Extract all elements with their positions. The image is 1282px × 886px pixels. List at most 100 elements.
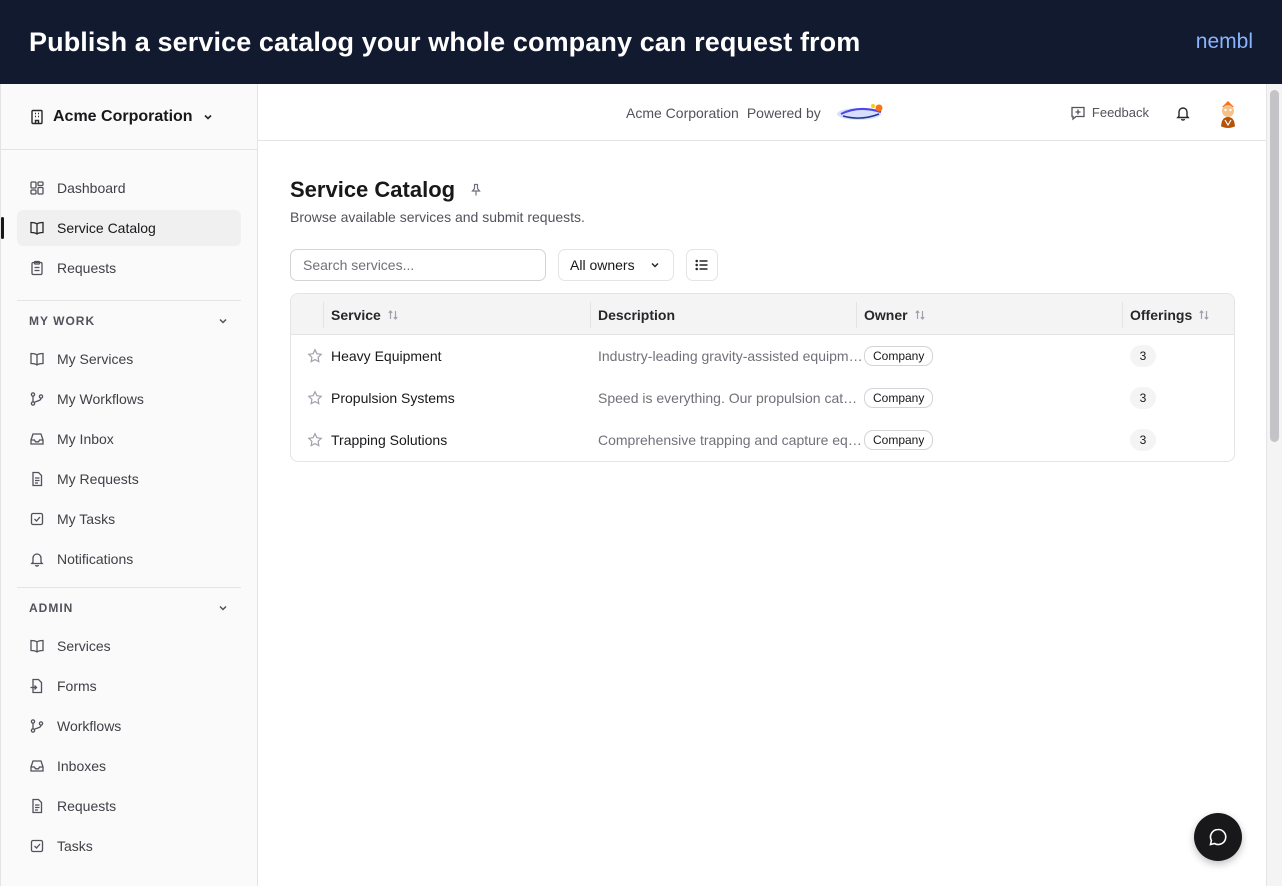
sidebar-item-my-inbox[interactable]: My Inbox: [17, 421, 241, 457]
favorite-star-button[interactable]: [307, 377, 323, 419]
inbox-icon: [30, 433, 44, 445]
banner-brand[interactable]: nembl: [1196, 30, 1253, 54]
column-header-description: Description: [598, 294, 675, 335]
owner-filter-select[interactable]: All owners: [558, 249, 674, 281]
sidebar-item-label: Tasks: [57, 838, 93, 854]
star-icon: [307, 348, 323, 363]
chat-launcher-button[interactable]: [1194, 813, 1242, 861]
sidebar-item-my-services[interactable]: My Services: [17, 341, 241, 377]
table-row[interactable]: Heavy Equipment Industry-leading gravity…: [291, 335, 1234, 377]
feedback-icon: [1071, 106, 1085, 120]
chat-bubble-icon: [1209, 828, 1227, 846]
sidebar-item-label: Inboxes: [57, 758, 107, 774]
document-icon: [32, 798, 43, 814]
chevron-down-icon: [219, 605, 227, 611]
favorite-star-button[interactable]: [307, 335, 323, 377]
topbar-org-name: Acme Corporation: [626, 104, 739, 121]
book-icon: [30, 639, 44, 653]
top-bar: Acme Corporation Powered by Feedback: [258, 84, 1267, 141]
notifications-button[interactable]: [1175, 105, 1191, 121]
service-name-link[interactable]: Propulsion Systems: [331, 377, 455, 419]
sidebar-item-label: Dashboard: [57, 180, 126, 196]
sidebar-item-forms[interactable]: Forms: [17, 668, 241, 704]
table-row[interactable]: Propulsion Systems Speed is everything. …: [291, 377, 1234, 419]
admin-nav: Services Forms Workflows Inboxes Request…: [1, 628, 257, 864]
column-label: Offerings: [1130, 306, 1193, 323]
search-input[interactable]: [290, 249, 546, 281]
feedback-button[interactable]: Feedback: [1070, 105, 1149, 121]
org-switcher[interactable]: Acme Corporation: [1, 84, 257, 150]
user-avatar[interactable]: [1213, 97, 1243, 128]
sidebar-item-service-catalog[interactable]: Service Catalog: [1, 210, 241, 246]
owner-badge: Company: [864, 388, 934, 408]
sidebar-item-label: Requests: [57, 260, 117, 276]
owner-badge: Company: [864, 430, 934, 450]
form-icon: [30, 678, 43, 694]
offerings-count-badge: 3: [1130, 345, 1156, 367]
favorite-star-button[interactable]: [307, 419, 323, 461]
clipboard-icon: [31, 260, 43, 276]
topbar-actions: Feedback: [1070, 84, 1243, 141]
service-name-link[interactable]: Trapping Solutions: [331, 419, 447, 461]
scrollbar-thumb[interactable]: [1270, 90, 1279, 442]
column-divider: [590, 302, 591, 328]
chevron-down-icon: [219, 318, 227, 324]
sidebar-item-tasks[interactable]: Tasks: [17, 828, 241, 864]
services-table: Service Description Owner Offerings Heav…: [290, 293, 1235, 462]
service-description: Industry-leading gravity-assisted equipm…: [598, 348, 864, 364]
pin-icon[interactable]: [469, 183, 483, 197]
service-description: Speed is everything. Our propulsion cata…: [598, 390, 864, 406]
document-icon: [32, 471, 43, 487]
sidebar-item-my-tasks[interactable]: My Tasks: [17, 501, 241, 537]
sidebar-item-services[interactable]: Services: [17, 628, 241, 664]
section-my-work-toggle[interactable]: MY WORK: [1, 301, 257, 341]
main-content: Acme Corporation Powered by Feedback Ser…: [258, 84, 1267, 886]
sidebar-item-label: My Requests: [57, 471, 139, 487]
owner-badge: Company: [864, 346, 934, 366]
list-icon: [694, 259, 708, 271]
page-title: Service Catalog: [290, 177, 456, 202]
sidebar-item-label: Workflows: [57, 718, 122, 734]
sidebar-item-my-requests[interactable]: My Requests: [17, 461, 241, 497]
view-toggle-button[interactable]: [685, 249, 718, 281]
column-header-offerings[interactable]: Offerings: [1130, 294, 1210, 335]
service-name-link[interactable]: Heavy Equipment: [331, 335, 442, 377]
chevron-down-icon: [651, 262, 659, 268]
sidebar-item-my-workflows[interactable]: My Workflows: [17, 381, 241, 417]
offerings-cell: 3: [1130, 335, 1156, 377]
workflow-icon: [30, 392, 44, 406]
offerings-count-badge: 3: [1130, 387, 1156, 409]
sidebar-item-requests[interactable]: Requests: [17, 250, 241, 286]
banner-title: Publish a service catalog your whole com…: [29, 26, 861, 57]
sidebar-item-inboxes[interactable]: Inboxes: [17, 748, 241, 784]
offerings-cell: 3: [1130, 419, 1156, 461]
nembl-logo-icon: [836, 103, 883, 120]
sort-icon: [914, 309, 925, 320]
org-name: Acme Corporation: [53, 107, 193, 125]
building-icon: [31, 109, 43, 124]
column-divider: [323, 302, 324, 328]
column-label: Service: [331, 306, 381, 323]
feedback-label: Feedback: [1091, 105, 1149, 120]
sidebar-item-dashboard[interactable]: Dashboard: [17, 170, 241, 206]
powered-by: Acme Corporation Powered by: [626, 84, 889, 141]
dashboard-icon: [30, 181, 44, 195]
star-icon: [307, 390, 323, 405]
sidebar-item-label: My Services: [57, 351, 134, 367]
table-row[interactable]: Trapping Solutions Comprehensive trappin…: [291, 419, 1234, 461]
sidebar-item-label: Notifications: [57, 551, 134, 567]
checkbox-icon: [30, 839, 44, 853]
column-header-owner[interactable]: Owner: [864, 294, 926, 335]
owner-cell: Company: [864, 335, 934, 377]
sidebar-item-notifications[interactable]: Notifications: [17, 541, 241, 577]
section-admin-toggle[interactable]: ADMIN: [1, 588, 257, 628]
sidebar-item-admin-requests[interactable]: Requests: [17, 788, 241, 824]
catalog-toolbar: All owners: [290, 249, 1235, 281]
sidebar-item-workflows[interactable]: Workflows: [17, 708, 241, 744]
column-header-service[interactable]: Service: [331, 294, 399, 335]
sidebar-item-label: Forms: [57, 678, 97, 694]
page-scrollbar[interactable]: [1266, 84, 1282, 886]
promo-banner: Publish a service catalog your whole com…: [0, 0, 1282, 84]
sort-icon: [1199, 309, 1209, 320]
offerings-cell: 3: [1130, 377, 1156, 419]
